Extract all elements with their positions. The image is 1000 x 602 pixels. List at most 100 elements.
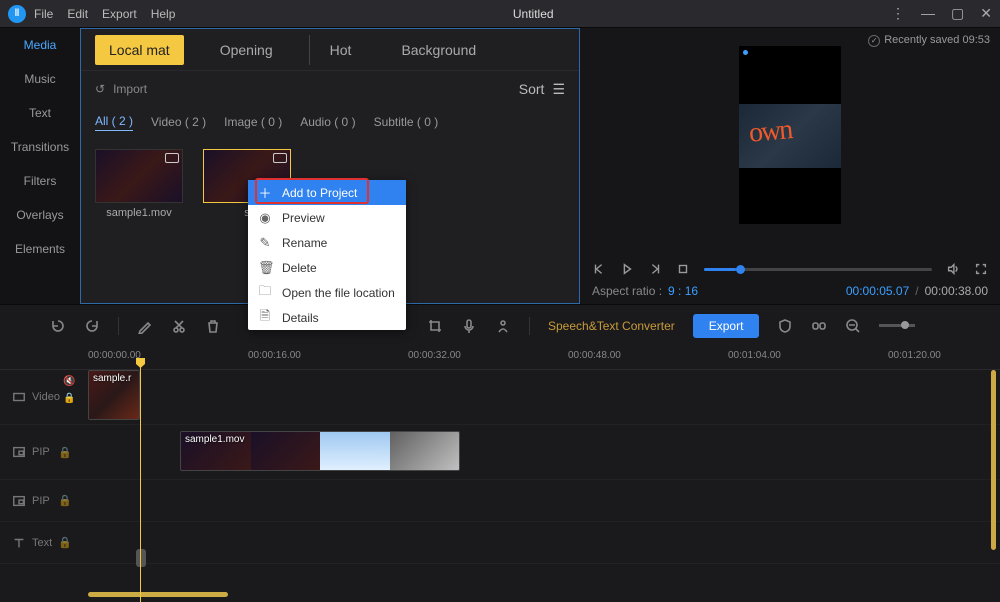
export-button[interactable]: Export — [693, 314, 760, 338]
filter-video[interactable]: Video ( 2 ) — [151, 115, 206, 129]
close-icon[interactable]: ✕ — [980, 5, 992, 22]
link-icon[interactable] — [811, 318, 827, 334]
handle-icon[interactable] — [743, 50, 748, 55]
track-label: Video — [32, 391, 60, 403]
context-menu: ＋Add to Project ◉Preview ✎Rename 🗑Delete… — [248, 180, 406, 330]
undo-icon[interactable] — [50, 318, 66, 334]
settings-icon[interactable]: ⋮ — [891, 5, 905, 22]
next-frame-icon[interactable] — [648, 262, 662, 276]
play-icon[interactable] — [620, 262, 634, 276]
preview-panel: Recently saved 09:53 own Aspect ratio :9… — [580, 28, 1000, 304]
media-item[interactable]: sample1.mov — [95, 149, 183, 219]
title-bar: File Edit Export Help Untitled ⋮ — ▢ ✕ — [0, 0, 1000, 28]
menu-export[interactable]: Export — [102, 7, 137, 21]
divider-handle[interactable] — [136, 549, 146, 567]
horizontal-scrollbar[interactable] — [88, 592, 985, 597]
lock-icon[interactable]: 🔒 — [63, 393, 75, 404]
media-thumb — [95, 149, 183, 203]
clip-label: sample.r — [93, 373, 131, 384]
mute-icon[interactable]: 🔇 — [63, 376, 75, 387]
details-icon: 🗎 — [258, 307, 272, 329]
tab-hot[interactable]: Hot — [309, 35, 366, 65]
edit-icon[interactable] — [137, 318, 153, 334]
ctx-delete[interactable]: 🗑Delete — [248, 255, 406, 280]
minimize-icon[interactable]: — — [921, 5, 935, 22]
timeline-clip[interactable]: sample.r — [88, 370, 140, 420]
prev-frame-icon[interactable] — [592, 262, 606, 276]
track-label: PIP — [32, 446, 50, 458]
ruler-tick: 00:00:32.00 — [408, 350, 461, 361]
volume-icon[interactable] — [946, 262, 960, 276]
vertical-scrollbar[interactable] — [991, 370, 996, 588]
playhead[interactable] — [140, 364, 141, 602]
sort-button[interactable]: Sort ☰ — [519, 81, 565, 98]
plus-icon: ＋ — [258, 183, 272, 202]
track-text: Text 🔒 — [0, 522, 1000, 564]
delete-icon[interactable] — [205, 318, 221, 334]
zoom-slider[interactable] — [879, 324, 915, 327]
filter-subtitle[interactable]: Subtitle ( 0 ) — [374, 115, 439, 129]
window-title: Untitled — [175, 7, 891, 21]
shield-icon[interactable] — [777, 318, 793, 334]
ctx-preview[interactable]: ◉Preview — [248, 205, 406, 230]
preview-viewport[interactable]: own — [739, 46, 841, 224]
pip-track-icon — [12, 494, 26, 508]
timeline-clip[interactable]: sample1.mov — [180, 431, 460, 471]
mic-icon[interactable] — [461, 318, 477, 334]
camera-icon — [273, 153, 287, 163]
ruler-tick: 00:01:20.00 — [888, 350, 941, 361]
import-label: Import — [113, 82, 147, 96]
menu-edit[interactable]: Edit — [67, 7, 88, 21]
menu-file[interactable]: File — [34, 7, 53, 21]
filter-audio[interactable]: Audio ( 0 ) — [300, 115, 355, 129]
side-nav: Media Music Text Transitions Filters Ove… — [0, 28, 80, 304]
video-track-icon — [12, 390, 26, 404]
ruler-tick: 00:01:04.00 — [728, 350, 781, 361]
import-button[interactable]: ↺ Import — [95, 82, 147, 96]
ctx-rename[interactable]: ✎Rename — [248, 230, 406, 255]
time-total: 00:00:38.00 — [925, 284, 988, 298]
crop-icon[interactable] — [427, 318, 443, 334]
zoom-out-icon[interactable] — [845, 318, 861, 334]
filter-all[interactable]: All ( 2 ) — [95, 114, 133, 131]
timeline: 00:00:00.00 00:00:16.00 00:00:32.00 00:0… — [0, 346, 1000, 602]
preview-scrubber[interactable] — [704, 268, 932, 271]
fullscreen-icon[interactable] — [974, 262, 988, 276]
filter-image[interactable]: Image ( 0 ) — [224, 115, 282, 129]
media-item-name: sample1.mov — [106, 207, 171, 219]
ctx-details[interactable]: 🗎Details — [248, 305, 406, 330]
time-current: 00:00:05.07 — [846, 284, 909, 298]
nav-music[interactable]: Music — [0, 62, 80, 96]
ctx-add-to-project[interactable]: ＋Add to Project — [248, 180, 406, 205]
lock-icon[interactable]: 🔒 — [58, 494, 72, 507]
nav-overlays[interactable]: Overlays — [0, 198, 80, 232]
import-icon: ↺ — [95, 82, 105, 96]
nav-text[interactable]: Text — [0, 96, 80, 130]
maximize-icon[interactable]: ▢ — [951, 5, 964, 22]
person-icon[interactable] — [495, 318, 511, 334]
track-label: Text — [32, 537, 52, 549]
sort-label: Sort — [519, 81, 545, 97]
time-ruler[interactable]: 00:00:00.00 00:00:16.00 00:00:32.00 00:0… — [0, 346, 1000, 370]
text-track-icon — [12, 536, 26, 550]
pip-track-icon — [12, 445, 26, 459]
pencil-icon: ✎ — [258, 235, 272, 251]
tab-opening[interactable]: Opening — [206, 35, 287, 65]
stop-icon[interactable] — [676, 262, 690, 276]
lock-icon[interactable]: 🔒 — [58, 536, 72, 549]
nav-elements[interactable]: Elements — [0, 232, 80, 266]
tab-background[interactable]: Background — [387, 35, 490, 65]
speech-text-button[interactable]: Speech&Text Converter — [548, 319, 675, 333]
menu-help[interactable]: Help — [151, 7, 176, 21]
timeline-toolbar: Speech&Text Converter Export — [0, 304, 1000, 346]
lock-icon[interactable]: 🔒 — [58, 446, 72, 459]
tab-local[interactable]: Local mat — [95, 35, 184, 65]
cut-icon[interactable] — [171, 318, 187, 334]
ctx-open-location[interactable]: 🗀Open the file location — [248, 280, 406, 305]
nav-filters[interactable]: Filters — [0, 164, 80, 198]
nav-media[interactable]: Media — [0, 28, 80, 62]
redo-icon[interactable] — [84, 318, 100, 334]
aspect-ratio[interactable]: Aspect ratio :9 : 16 — [592, 284, 698, 298]
trash-icon: 🗑 — [258, 260, 272, 276]
nav-transitions[interactable]: Transitions — [0, 130, 80, 164]
